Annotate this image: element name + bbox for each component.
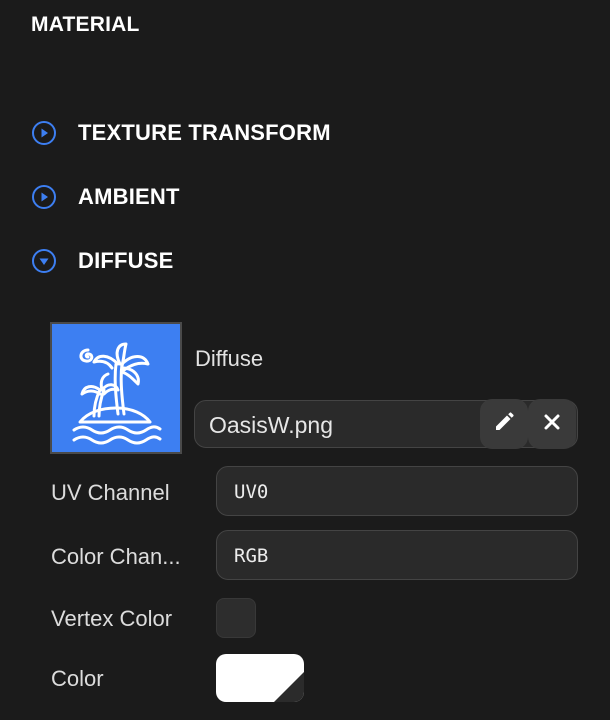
close-icon: [543, 413, 561, 436]
material-panel: MATERIAL TEXTURE TRANSFORM AMBIENT DIFFU…: [0, 0, 610, 720]
texture-label: Diffuse: [195, 346, 264, 371]
color-channel-label: Color Chan...: [51, 544, 181, 569]
chevron-down-circle-icon: [31, 248, 57, 274]
uv-channel-label: UV Channel: [51, 480, 170, 505]
island-palm-icon: [72, 342, 162, 445]
section-label: AMBIENT: [78, 184, 180, 209]
section-diffuse[interactable]: DIFFUSE: [31, 246, 174, 276]
edit-texture-button[interactable]: [480, 399, 528, 449]
section-label: TEXTURE TRANSFORM: [78, 120, 331, 145]
clear-texture-button[interactable]: [528, 399, 576, 449]
texture-thumbnail[interactable]: [50, 322, 182, 454]
uv-channel-select[interactable]: UV0: [216, 466, 578, 516]
play-circle-icon: [31, 120, 57, 146]
color-swatch[interactable]: [216, 654, 304, 702]
texture-file-name: OasisW.png: [209, 412, 333, 438]
pencil-icon: [493, 411, 515, 438]
color-channel-select[interactable]: RGB: [216, 530, 578, 580]
color-label: Color: [51, 666, 104, 691]
vertex-color-label: Vertex Color: [51, 606, 173, 631]
alpha-corner-icon: [274, 672, 304, 702]
panel-title: MATERIAL: [31, 13, 140, 36]
color-channel-value: RGB: [234, 545, 269, 567]
section-ambient[interactable]: AMBIENT: [31, 182, 180, 212]
section-label: DIFFUSE: [78, 248, 174, 273]
uv-channel-value: UV0: [234, 481, 269, 503]
play-circle-icon: [31, 184, 57, 210]
vertex-color-checkbox[interactable]: [216, 598, 256, 638]
section-texture-transform[interactable]: TEXTURE TRANSFORM: [31, 118, 331, 148]
